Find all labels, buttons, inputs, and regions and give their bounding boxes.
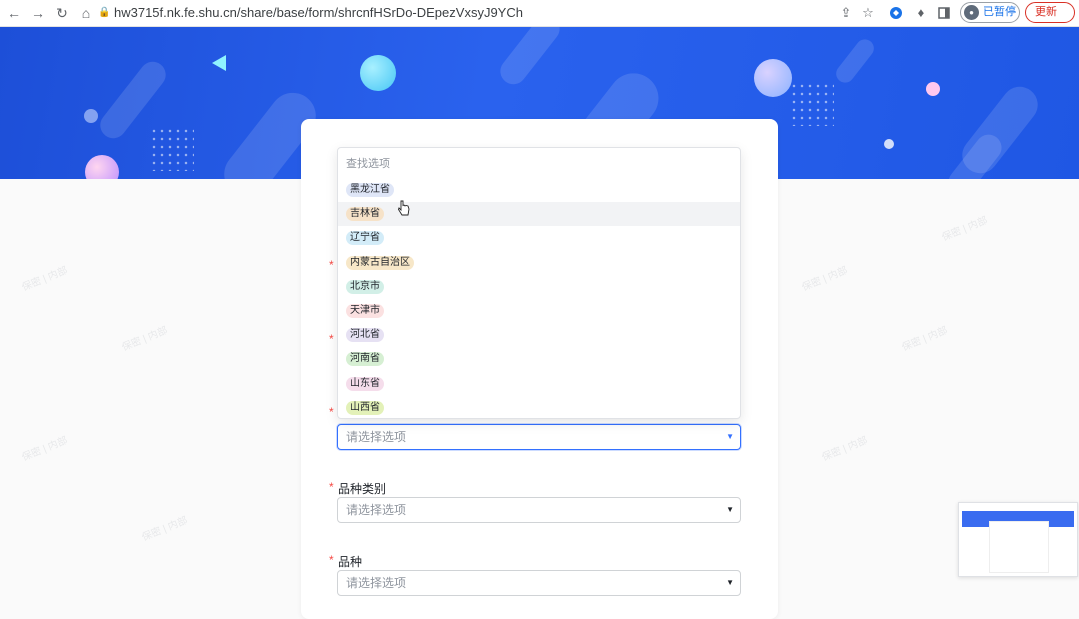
reload-icon[interactable]: ↻	[52, 3, 72, 23]
watermark: 保密 | 内部	[140, 515, 190, 544]
select-placeholder: 请选择选项	[346, 430, 407, 444]
banner-decoration	[926, 82, 940, 96]
required-mark: *	[329, 405, 334, 419]
caret-down-icon: ▼	[726, 432, 734, 441]
forward-icon[interactable]: →	[28, 3, 48, 23]
variety-category-select[interactable]: 请选择选项 ▼	[337, 497, 741, 523]
select-placeholder: 请选择选项	[346, 503, 407, 517]
dropdown-option[interactable]: 山西省	[338, 396, 740, 418]
required-mark: *	[329, 553, 334, 567]
required-mark: *	[329, 332, 334, 346]
dropdown-option[interactable]: 山东省	[338, 372, 740, 396]
watermark: 保密 | 内部	[820, 435, 870, 464]
dropdown-option[interactable]: 辽宁省	[338, 226, 740, 250]
option-tag: 山东省	[346, 376, 384, 391]
lock-icon: 🔒	[100, 7, 111, 18]
dropdown-search-input[interactable]: 查找选项	[346, 155, 390, 171]
preview-card	[989, 521, 1049, 573]
avatar: ●	[964, 5, 979, 20]
caret-down-icon: ▼	[726, 505, 734, 514]
dropdown-option[interactable]: 天津市	[338, 299, 740, 323]
option-tag: 吉林省	[346, 207, 384, 222]
banner-decoration	[754, 59, 792, 97]
required-mark: *	[329, 258, 334, 272]
province-select[interactable]: 请选择选项 ▼	[337, 424, 741, 450]
variety-label: 品种	[338, 555, 363, 569]
profile-label: 已暂停	[983, 6, 1016, 18]
bookmark-star-icon[interactable]: ☆	[858, 3, 878, 23]
watermark: 保密 | 内部	[120, 325, 170, 354]
option-tag: 河南省	[346, 352, 384, 367]
watermark: 保密 | 内部	[20, 265, 70, 294]
update-button[interactable]: 更新	[1025, 2, 1075, 23]
address-bar[interactable]: 🔒 hw3715f.nk.fe.shu.cn/share/base/form/s…	[100, 3, 830, 23]
home-icon[interactable]: ⌂	[76, 3, 96, 23]
share-icon[interactable]: ⇪	[836, 3, 856, 23]
dropdown-option[interactable]: 黑龙江省	[338, 178, 740, 202]
variety-category-label: 品种类别	[338, 482, 387, 496]
option-tag: 河北省	[346, 328, 384, 343]
dropdown-option[interactable]: 北京市	[338, 275, 740, 299]
dropdown-option[interactable]: 河北省	[338, 323, 740, 347]
option-tag: 山西省	[346, 400, 384, 415]
dropdown-option[interactable]: 内蒙古自治区	[338, 251, 740, 275]
puzzle-extensions-icon[interactable]: ♦	[911, 3, 931, 23]
province-dropdown: 查找选项 黑龙江省吉林省辽宁省内蒙古自治区 北京市天津市河北省河南省山东省山西省	[337, 147, 741, 419]
extension-logo-icon[interactable]	[886, 3, 906, 23]
banner-dots	[150, 127, 194, 171]
profile-button[interactable]: ● 已暂停	[960, 2, 1020, 23]
option-tag: 内蒙古自治区	[346, 255, 414, 270]
side-panel-icon[interactable]	[934, 3, 954, 23]
variety-select[interactable]: 请选择选项 ▼	[337, 570, 741, 596]
banner-decoration	[832, 35, 878, 87]
option-tag: 北京市	[346, 279, 384, 294]
option-tag: 辽宁省	[346, 231, 384, 246]
select-placeholder: 请选择选项	[346, 576, 407, 590]
banner-dots	[790, 82, 834, 126]
banner-decoration	[884, 139, 894, 149]
mouse-hand-cursor-icon	[398, 200, 410, 216]
option-tag: 黑龙江省	[346, 183, 394, 197]
dropdown-option[interactable]: 河南省	[338, 347, 740, 371]
url-text: hw3715f.nk.fe.shu.cn/share/base/form/shr…	[114, 5, 523, 20]
banner-decoration	[360, 55, 396, 91]
watermark: 保密 | 内部	[940, 215, 990, 244]
banner-decoration	[495, 27, 565, 90]
triangle-decoration	[212, 55, 226, 71]
page-preview-thumbnail[interactable]	[958, 502, 1078, 577]
banner-decoration	[85, 155, 119, 179]
watermark: 保密 | 内部	[800, 265, 850, 294]
option-tag: 天津市	[346, 304, 384, 318]
required-mark: *	[329, 480, 334, 494]
watermark: 保密 | 内部	[900, 325, 950, 354]
back-icon[interactable]: ←	[4, 3, 24, 23]
watermark: 保密 | 内部	[20, 435, 70, 464]
banner-decoration	[84, 109, 98, 123]
caret-down-icon: ▼	[726, 578, 734, 587]
browser-toolbar: ← → ↻ ⌂ 🔒 hw3715f.nk.fe.shu.cn/share/bas…	[0, 0, 1079, 27]
